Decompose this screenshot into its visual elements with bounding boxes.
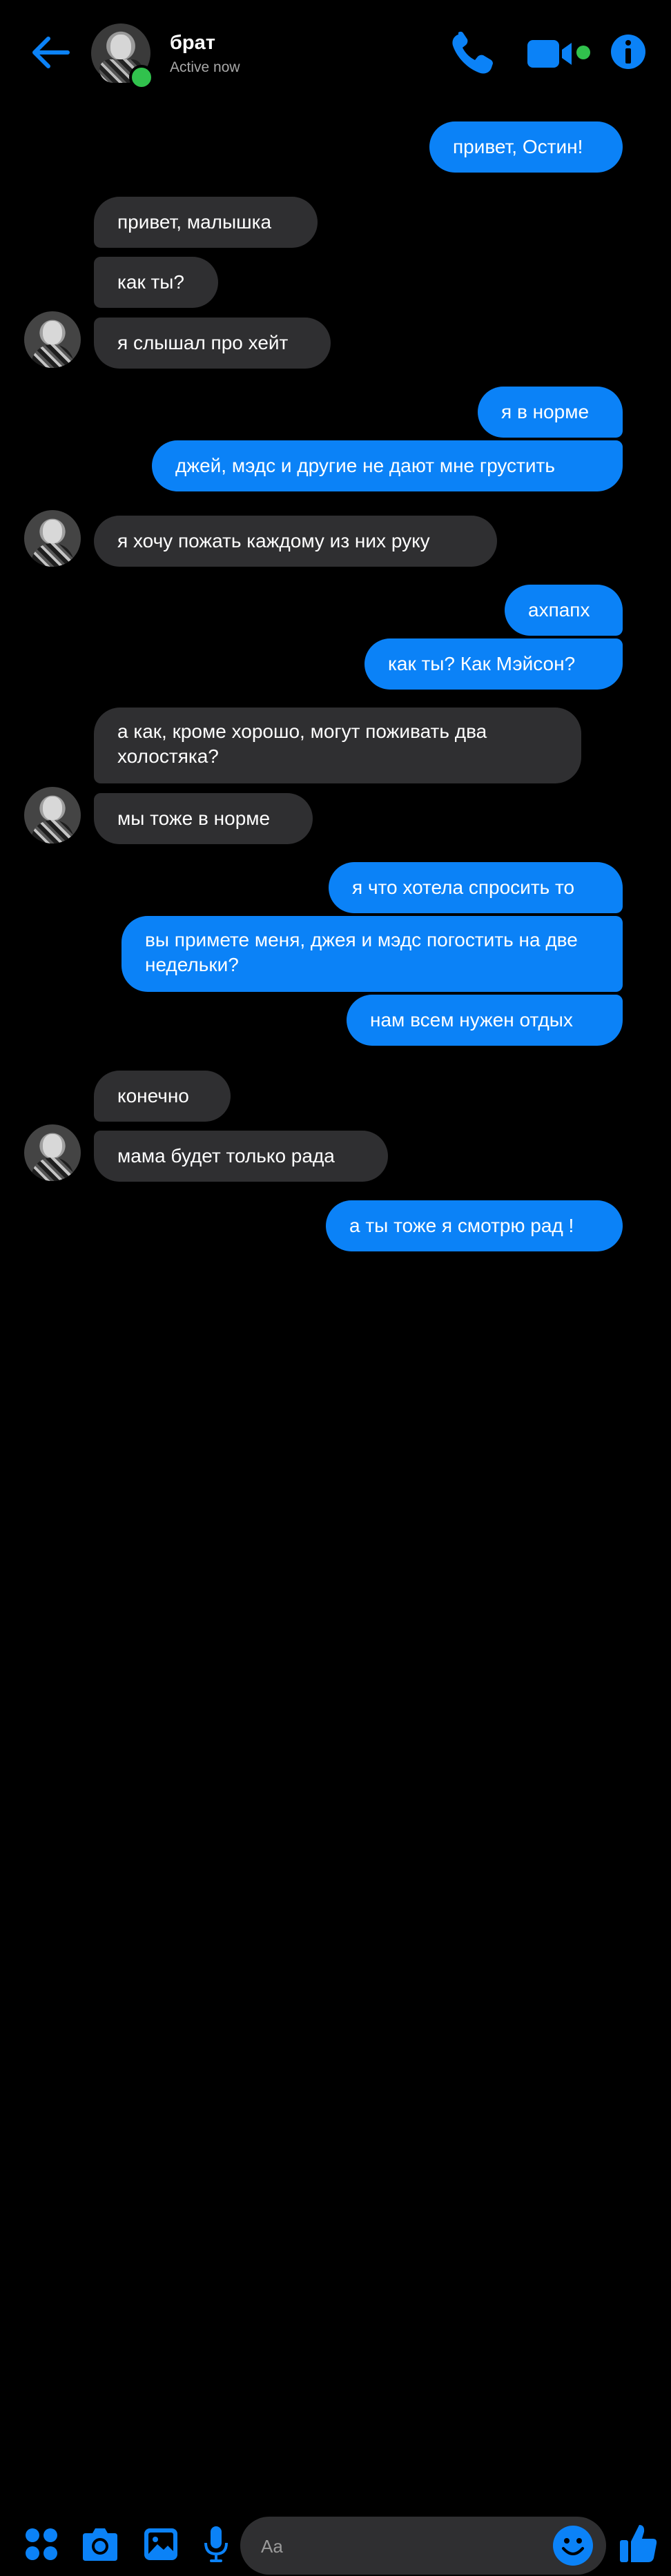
received-message[interactable]: мы тоже в норме [94,793,313,844]
camera-icon[interactable] [80,2526,120,2562]
microphone-icon[interactable] [203,2525,229,2564]
message-composer[interactable] [240,2517,606,2576]
received-message[interactable]: а как, кроме хорошо, могут поживать два … [94,708,581,783]
contact-avatar[interactable] [24,311,81,368]
emoji-icon[interactable] [552,2525,594,2566]
contact-avatar[interactable] [24,787,81,843]
online-indicator [129,65,154,90]
sent-message[interactable]: джей, мэдс и другие не дают мне грустить [152,440,623,491]
received-message[interactable]: привет, малышка [94,197,318,248]
sent-message[interactable]: я что хотела спросить то [329,862,623,913]
message-input[interactable] [260,2517,538,2576]
back-arrow-icon[interactable] [28,32,76,73]
received-message[interactable]: я слышал про хейт [94,318,331,369]
contact-status: Active now [170,59,240,75]
sent-message[interactable]: вы примете меня, джея и мэдс погостить н… [121,916,623,992]
sent-message[interactable]: нам всем нужен отдых [347,995,623,1046]
thumbs-up-icon[interactable] [619,2522,659,2565]
received-message[interactable]: как ты? [94,257,218,308]
conversation-header: брат Active now [0,0,671,104]
sent-message[interactable]: ахпапх [505,585,623,636]
gallery-icon[interactable] [142,2526,179,2562]
info-icon[interactable] [610,34,646,70]
received-message[interactable]: мама будет только рада [94,1131,388,1182]
received-message[interactable]: конечно [94,1071,231,1122]
contact-name[interactable]: брат [170,32,215,55]
sent-message[interactable]: как ты? Как Мэйсон? [364,638,623,690]
contact-avatar[interactable] [24,1124,81,1181]
phone-icon[interactable] [449,30,497,76]
sent-message[interactable]: я в норме [478,387,623,438]
received-message[interactable]: я хочу пожать каждому из них руку [94,516,497,567]
contact-avatar[interactable] [24,510,81,567]
video-camera-icon[interactable] [527,35,591,73]
sent-message[interactable]: привет, Остин! [429,121,623,173]
composer-bar [0,1256,671,2576]
apps-icon[interactable] [25,2528,58,2561]
sent-message[interactable]: а ты тоже я смотрю рад ! [326,1200,623,1251]
